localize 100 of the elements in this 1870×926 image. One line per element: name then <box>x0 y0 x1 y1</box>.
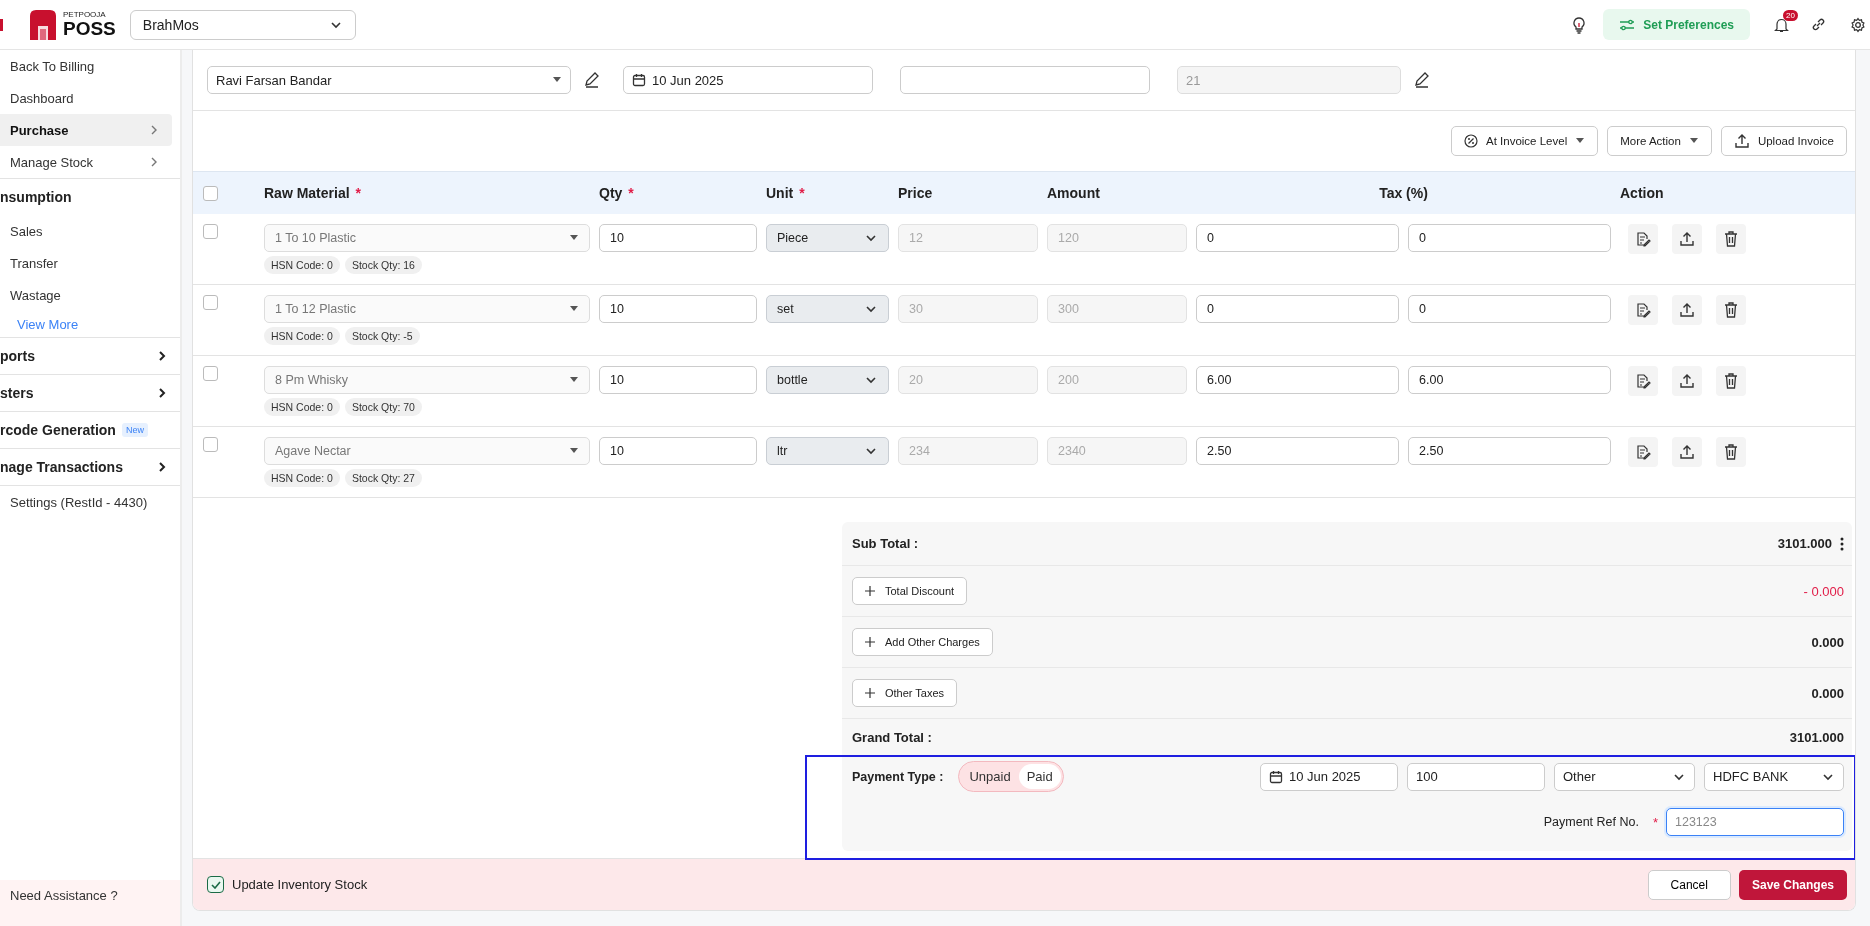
invoice-number-field[interactable] <box>900 66 1150 94</box>
amount-field: 200 <box>1047 366 1187 394</box>
delete-button[interactable] <box>1716 366 1746 396</box>
tax-field[interactable]: 6.00 <box>1408 366 1611 394</box>
price-field: 12 <box>898 224 1038 252</box>
unit-select[interactable]: ltr <box>766 437 889 465</box>
sidebar-item[interactable]: nsumption <box>0 178 180 215</box>
material-select[interactable]: 1 To 12 Plastic <box>264 295 590 323</box>
delete-button[interactable] <box>1716 224 1746 254</box>
payment-date-field[interactable]: 10 Jun 2025 <box>1260 762 1398 791</box>
caret-icon <box>569 235 579 241</box>
row-checkbox[interactable] <box>203 295 218 310</box>
payment-type-option[interactable]: Unpaid <box>961 764 1019 789</box>
sidebar-item[interactable]: sters <box>0 374 180 411</box>
sidebar-item[interactable]: nage Transactions <box>0 448 180 485</box>
help-text[interactable]: Need Assistance ? <box>0 880 180 926</box>
payment-mode-select[interactable]: Other <box>1554 762 1695 791</box>
select-all-checkbox[interactable] <box>203 185 218 201</box>
add-button[interactable]: Add Other Charges <box>852 628 993 656</box>
material-select[interactable]: 8 Pm Whisky <box>264 366 590 394</box>
dropdown-button[interactable]: More Action <box>1607 126 1712 156</box>
logo-subtitle: PETPOOJA <box>63 11 107 19</box>
edit-button[interactable] <box>1628 224 1658 254</box>
amount-field: 300 <box>1047 295 1187 323</box>
unit-select[interactable]: bottle <box>766 366 889 394</box>
upload-button[interactable] <box>1672 295 1702 325</box>
edit-button[interactable] <box>1628 437 1658 467</box>
document-edit-icon <box>1635 302 1651 318</box>
pencil-icon[interactable] <box>583 71 601 89</box>
input-field[interactable]: 6.00 <box>1196 366 1399 394</box>
column-header: Tax (%) <box>1379 185 1428 201</box>
edit-button[interactable] <box>1628 366 1658 396</box>
plus-icon <box>865 688 875 698</box>
dropdown-button[interactable]: At Invoice Level <box>1451 126 1599 156</box>
invoice-date-field[interactable]: 10 Jun 2025 <box>623 66 873 94</box>
upload-button[interactable]: Upload Invoice <box>1720 126 1847 156</box>
more-options-icon[interactable] <box>1840 536 1844 551</box>
trash-icon <box>1724 231 1738 247</box>
row-checkbox[interactable] <box>203 224 218 239</box>
link-icon[interactable] <box>1811 17 1826 32</box>
sidebar-item[interactable]: Purchase <box>0 114 172 146</box>
sidebar-item[interactable]: Transfer <box>0 247 172 279</box>
add-button[interactable]: Other Taxes <box>852 679 958 707</box>
sidebar-item[interactable]: ports <box>0 337 180 374</box>
stock-chip: Stock Qty: 70 <box>344 398 422 416</box>
stock-chip: Stock Qty: 16 <box>344 256 422 274</box>
tax-field[interactable]: 0 <box>1408 295 1611 323</box>
sub-total-value: 3101.000 <box>1777 536 1832 551</box>
delete-button[interactable] <box>1716 295 1746 325</box>
outlet-select[interactable]: BrahMos <box>129 9 356 40</box>
material-select[interactable]: Agave Nectar <box>264 437 590 465</box>
price-field: 234 <box>898 437 1038 465</box>
payment-ref-field[interactable]: 123123 <box>1666 808 1844 836</box>
payment-amount-field[interactable]: 100 <box>1407 762 1545 791</box>
sidebar-item[interactable]: Wastage <box>0 279 172 311</box>
sidebar-item[interactable]: Manage Stock <box>0 146 172 178</box>
pencil-icon[interactable] <box>1413 71 1431 89</box>
cancel-button[interactable]: Cancel <box>1647 869 1731 900</box>
payment-type-option[interactable]: Paid <box>1018 764 1061 789</box>
chevron-right-icon <box>158 462 166 472</box>
column-header: Action <box>1620 185 1664 201</box>
row-checkbox[interactable] <box>203 437 218 452</box>
input-field[interactable]: 2.50 <box>1196 437 1399 465</box>
unit-select[interactable]: Piece <box>766 224 889 252</box>
row-checkbox[interactable] <box>203 366 218 381</box>
bell-icon[interactable] <box>1774 16 1789 33</box>
lightbulb-icon[interactable] <box>1571 15 1588 34</box>
tax-field[interactable]: 2.50 <box>1408 437 1611 465</box>
update-stock-checkbox[interactable] <box>207 876 224 893</box>
input-field[interactable]: 0 <box>1196 224 1399 252</box>
qty-field[interactable]: 10 <box>599 295 757 323</box>
qty-field[interactable]: 10 <box>599 437 757 465</box>
upload-button[interactable] <box>1672 366 1702 396</box>
add-button[interactable]: Total Discount <box>852 577 968 605</box>
unit-select[interactable]: set <box>766 295 889 323</box>
logo-title: POSS <box>63 19 116 38</box>
amount-value: 0.000 <box>1811 634 1844 650</box>
input-field[interactable]: 0 <box>1196 295 1399 323</box>
caret-icon <box>552 77 562 83</box>
supplier-select[interactable]: Ravi Farsan Bandar <box>207 66 571 94</box>
view-more-link[interactable]: View More <box>0 311 172 337</box>
bank-select[interactable]: HDFC BANK <box>1704 762 1844 791</box>
delete-button[interactable] <box>1716 437 1746 467</box>
upload-button[interactable] <box>1672 437 1702 467</box>
settings-icon[interactable] <box>1850 16 1866 33</box>
edit-button[interactable] <box>1628 295 1658 325</box>
qty-field[interactable]: 10 <box>599 366 757 394</box>
upload-button[interactable] <box>1672 224 1702 254</box>
document-edit-icon <box>1635 444 1651 460</box>
calendar-icon <box>632 73 646 87</box>
tax-field[interactable]: 0 <box>1408 224 1611 252</box>
qty-field[interactable]: 10 <box>599 224 757 252</box>
sidebar-item[interactable]: Dashboard <box>0 82 172 114</box>
save-changes-button[interactable]: Save Changes <box>1738 869 1847 900</box>
material-select[interactable]: 1 To 10 Plastic <box>264 224 590 252</box>
sidebar-item[interactable]: Settings (RestId - 4430) <box>0 485 180 518</box>
sidebar-item[interactable]: Back To Billing <box>0 50 172 82</box>
sidebar-item[interactable]: Sales <box>0 215 172 247</box>
sidebar-item-label: rcode Generation <box>0 422 116 438</box>
sidebar-item[interactable]: rcode Generation New <box>0 411 180 448</box>
